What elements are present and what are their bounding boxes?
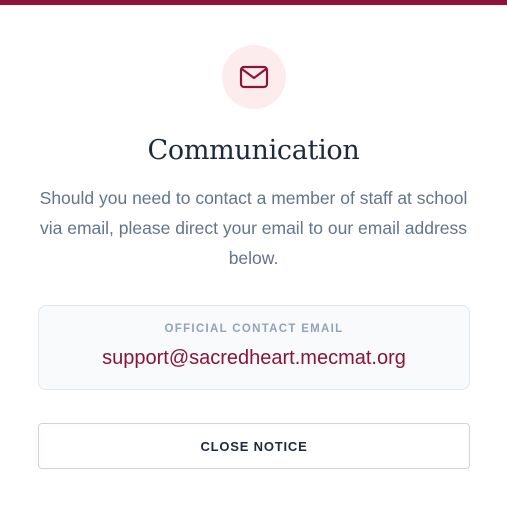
communication-notice-modal: Communication Should you need to contact…	[0, 0, 507, 505]
contact-email-label: OFFICIAL CONTACT EMAIL	[164, 323, 344, 335]
icon-badge	[222, 45, 286, 109]
contact-email-card: OFFICIAL CONTACT EMAIL support@sacredhea…	[38, 305, 470, 390]
modal-body-text: Should you need to contact a member of s…	[39, 188, 468, 268]
modal-title: Communication	[147, 135, 360, 166]
close-notice-button[interactable]: CLOSE NOTICE	[38, 423, 470, 469]
contact-email-link[interactable]: support@sacredheart.mecmat.org	[39, 347, 469, 370]
accent-top-bar	[0, 0, 507, 5]
mail-icon	[239, 65, 269, 89]
